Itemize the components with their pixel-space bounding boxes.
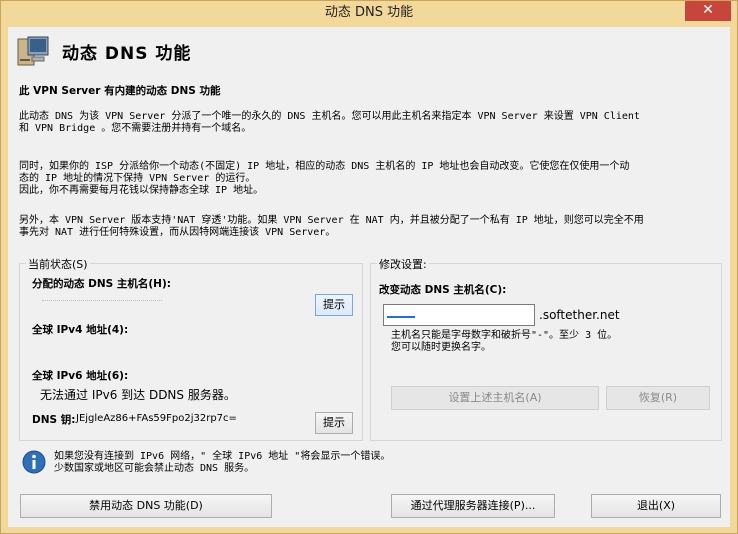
current-status-legend: 当前状态(S) [26,256,90,272]
hostname-note: 主机名只能是字母数字和破折号"-"。至少 3 位。 您可以随时更换名字。 [391,330,711,354]
intro-p2-line3: 因此，你不再需要每月花钱以保持静态全球 IP 地址。 [19,185,264,196]
note-line2: 您可以随时更换名字。 [391,342,491,353]
domain-suffix: .softether.net [539,308,620,322]
proxy-connect-button[interactable]: 通过代理服务器连接(P)... [391,494,555,518]
hostname-value [42,296,162,301]
ipv6-value: 无法通过 IPv6 到达 DDNS 服务器。 [40,388,236,402]
intro-p2-line1: 同时，如果你的 ISP 分派给你一个动态(不固定) IP 地址，相应的动态 DN… [19,161,630,172]
change-hostname-label: 改变动态 DNS 主机名(C): [379,284,507,296]
ipv6-label: 全球 IPv6 地址(6): [32,370,129,382]
computer-icon [17,36,49,66]
intro-paragraph-1: 此动态 DNS 为该 VPN Server 分派了一个唯一的永久的 DNS 主机… [19,111,727,135]
header-title: 动态 DNS 功能 [62,44,192,64]
input-caret-highlight [387,316,415,318]
window-title: 动态 DNS 功能 [324,5,414,20]
intro-p3-line2: 事先对 NAT 进行任何特殊设置，而从因特网端连接该 VPN Server。 [19,227,336,238]
intro-paragraph-2: 同时，如果你的 ISP 分派给你一个动态(不固定) IP 地址，相应的动态 DN… [19,161,727,197]
window-frame: 动态 DNS 功能 ✕ 动态 DNS 功能 此 VPN Server 有内建的动… [0,0,738,534]
exit-button[interactable]: 退出(X) [591,494,721,518]
disable-ddns-button[interactable]: 禁用动态 DNS 功能(D) [20,494,272,518]
info-text: 如果您没有连接到 IPv6 网络，" 全球 IPv6 地址 "将会显示一个错误。… [54,451,714,475]
close-button[interactable]: ✕ [685,1,731,21]
intro-heading: 此 VPN Server 有内建的动态 DNS 功能 [19,85,221,97]
modify-settings-group: 修改设置: 改变动态 DNS 主机名(C): .softether.net 主机… [370,256,722,441]
info-icon [22,450,46,474]
close-icon: ✕ [702,2,714,18]
hostname-input[interactable] [383,304,535,326]
current-status-group: 当前状态(S) 分配的动态 DNS 主机名(H): 提示 全球 IPv4 地址(… [19,256,363,441]
intro-p1-line2: 和 VPN Bridge 。您不需要注册并持有一个域名。 [19,123,252,134]
dns-key-label: DNS 钥: [32,414,76,426]
intro-p1-line1: 此动态 DNS 为该 VPN Server 分派了一个唯一的永久的 DNS 主机… [19,111,640,122]
intro-paragraph-3: 另外，本 VPN Server 版本支持'NAT 穿透'功能。如果 VPN Se… [19,215,727,239]
note-line1: 主机名只能是字母数字和破折号"-"。至少 3 位。 [391,330,618,341]
set-hostname-button[interactable]: 设置上述主机名(A) [391,386,599,410]
modify-legend: 修改设置: [377,256,429,272]
dns-key-value: JEjgleAz86+FAs59Fpo2j32rp7c= [76,413,237,424]
info-line2: 少数国家或地区可能会禁止动态 DNS 服务。 [54,463,255,474]
hint-button-2[interactable]: 提示 [315,412,353,434]
dialog-client: 动态 DNS 功能 此 VPN Server 有内建的动态 DNS 功能 此动态… [8,27,730,527]
info-line1: 如果您没有连接到 IPv6 网络，" 全球 IPv6 地址 "将会显示一个错误。 [54,451,391,462]
intro-p3-line1: 另外，本 VPN Server 版本支持'NAT 穿透'功能。如果 VPN Se… [19,215,644,226]
hint-button[interactable]: 提示 [315,294,353,316]
ipv4-label: 全球 IPv4 地址(4): [32,324,129,336]
restore-button[interactable]: 恢复(R) [606,386,710,410]
intro-p2-line2: 态的 IP 地址的情况下保持 VPN Server 的运行。 [19,173,256,184]
hostname-label: 分配的动态 DNS 主机名(H): [32,278,171,290]
